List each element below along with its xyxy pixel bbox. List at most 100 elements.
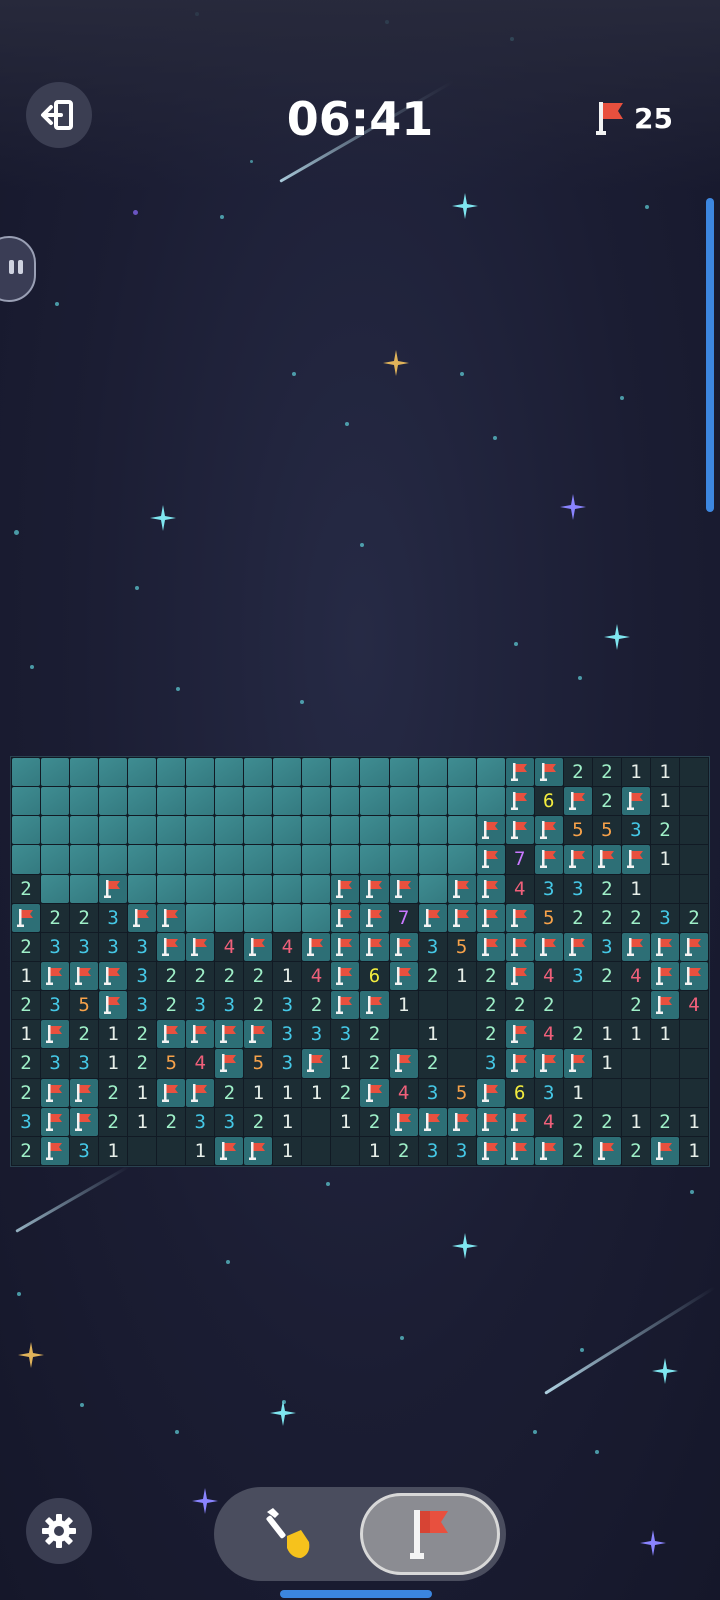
flagged-tile[interactable]	[505, 1020, 534, 1049]
flagged-tile[interactable]	[476, 903, 505, 932]
hidden-tile[interactable]	[157, 758, 186, 787]
hidden-tile[interactable]	[302, 903, 331, 932]
flag-tool-button[interactable]	[360, 1493, 500, 1575]
flagged-tile[interactable]	[244, 1136, 273, 1165]
number-tile[interactable]: 1	[273, 961, 302, 991]
flagged-tile[interactable]	[505, 1049, 534, 1078]
number-tile[interactable]: 2	[534, 991, 563, 1020]
flagged-tile[interactable]	[70, 1107, 99, 1136]
flagged-tile[interactable]	[476, 1107, 505, 1136]
number-tile[interactable]: 2	[70, 903, 99, 932]
number-tile[interactable]: 1	[273, 1078, 302, 1107]
number-tile[interactable]: 2	[476, 961, 505, 991]
number-tile[interactable]: 3	[447, 1136, 476, 1165]
empty-tile[interactable]	[650, 1078, 679, 1107]
flagged-tile[interactable]	[41, 1136, 70, 1165]
number-tile[interactable]: 3	[12, 1107, 41, 1136]
empty-tile[interactable]	[331, 1136, 360, 1165]
flagged-tile[interactable]	[447, 903, 476, 932]
number-tile[interactable]: 2	[360, 1020, 389, 1049]
flagged-tile[interactable]	[563, 845, 592, 874]
hidden-tile[interactable]	[157, 845, 186, 874]
flagged-tile[interactable]	[650, 932, 679, 961]
flagged-tile[interactable]	[157, 932, 186, 961]
number-tile[interactable]: 3	[41, 991, 70, 1020]
scrollbar[interactable]	[706, 198, 714, 512]
hidden-tile[interactable]	[99, 787, 128, 816]
number-tile[interactable]: 1	[128, 1078, 157, 1107]
number-tile[interactable]: 3	[128, 991, 157, 1020]
hidden-tile[interactable]	[128, 874, 157, 903]
number-tile[interactable]: 5	[70, 991, 99, 1020]
flagged-tile[interactable]	[331, 991, 360, 1020]
flagged-tile[interactable]	[360, 903, 389, 932]
flagged-tile[interactable]	[563, 932, 592, 961]
flagged-tile[interactable]	[215, 1020, 244, 1049]
number-tile[interactable]: 1	[99, 1136, 128, 1165]
flagged-tile[interactable]	[70, 961, 99, 991]
empty-tile[interactable]	[447, 991, 476, 1020]
number-tile[interactable]: 2	[186, 961, 215, 991]
number-tile[interactable]: 3	[41, 1049, 70, 1078]
number-tile[interactable]: 2	[157, 991, 186, 1020]
flagged-tile[interactable]	[650, 961, 679, 991]
number-tile[interactable]: 5	[563, 816, 592, 845]
flagged-tile[interactable]	[389, 961, 418, 991]
flagged-tile[interactable]	[505, 1136, 534, 1165]
dig-tool-button[interactable]	[244, 1499, 334, 1569]
number-tile[interactable]: 3	[302, 1020, 331, 1049]
minefield-board[interactable]: 2211621553271243321223752223223333443531…	[10, 756, 710, 1167]
flagged-tile[interactable]	[447, 1107, 476, 1136]
flagged-tile[interactable]	[331, 903, 360, 932]
number-tile[interactable]: 1	[621, 758, 650, 787]
empty-tile[interactable]	[592, 1078, 621, 1107]
flagged-tile[interactable]	[389, 932, 418, 961]
number-tile[interactable]: 3	[70, 1136, 99, 1165]
hidden-tile[interactable]	[244, 874, 273, 903]
empty-tile[interactable]	[563, 991, 592, 1020]
number-tile[interactable]: 2	[12, 932, 41, 961]
flagged-tile[interactable]	[476, 932, 505, 961]
hidden-tile[interactable]	[12, 787, 41, 816]
number-tile[interactable]: 2	[331, 1078, 360, 1107]
number-tile[interactable]: 3	[650, 903, 679, 932]
number-tile[interactable]: 2	[157, 961, 186, 991]
flagged-tile[interactable]	[360, 991, 389, 1020]
number-tile[interactable]: 2	[99, 1078, 128, 1107]
number-tile[interactable]: 2	[244, 1107, 273, 1136]
number-tile[interactable]: 1	[331, 1049, 360, 1078]
number-tile[interactable]: 2	[360, 1049, 389, 1078]
empty-tile[interactable]	[447, 1049, 476, 1078]
hidden-tile[interactable]	[476, 787, 505, 816]
hidden-tile[interactable]	[157, 787, 186, 816]
number-tile[interactable]: 3	[186, 991, 215, 1020]
number-tile[interactable]: 4	[273, 932, 302, 961]
number-tile[interactable]: 3	[215, 991, 244, 1020]
hidden-tile[interactable]	[244, 787, 273, 816]
flagged-tile[interactable]	[534, 816, 563, 845]
hidden-tile[interactable]	[70, 758, 99, 787]
hidden-tile[interactable]	[244, 903, 273, 932]
home-indicator[interactable]	[280, 1590, 432, 1598]
hidden-tile[interactable]	[41, 816, 70, 845]
flagged-tile[interactable]	[186, 1078, 215, 1107]
flagged-tile[interactable]	[505, 932, 534, 961]
number-tile[interactable]: 2	[563, 1136, 592, 1165]
hidden-tile[interactable]	[273, 845, 302, 874]
flagged-tile[interactable]	[476, 845, 505, 874]
flagged-tile[interactable]	[650, 991, 679, 1020]
number-tile[interactable]: 3	[128, 932, 157, 961]
number-tile[interactable]: 1	[128, 1107, 157, 1136]
hidden-tile[interactable]	[418, 845, 447, 874]
number-tile[interactable]: 2	[244, 991, 273, 1020]
number-tile[interactable]: 2	[12, 1049, 41, 1078]
hidden-tile[interactable]	[128, 787, 157, 816]
number-tile[interactable]: 1	[592, 1020, 621, 1049]
flagged-tile[interactable]	[186, 932, 215, 961]
hidden-tile[interactable]	[12, 816, 41, 845]
empty-tile[interactable]	[447, 1020, 476, 1049]
hidden-tile[interactable]	[128, 816, 157, 845]
hidden-tile[interactable]	[186, 816, 215, 845]
hidden-tile[interactable]	[331, 787, 360, 816]
flagged-tile[interactable]	[41, 1107, 70, 1136]
